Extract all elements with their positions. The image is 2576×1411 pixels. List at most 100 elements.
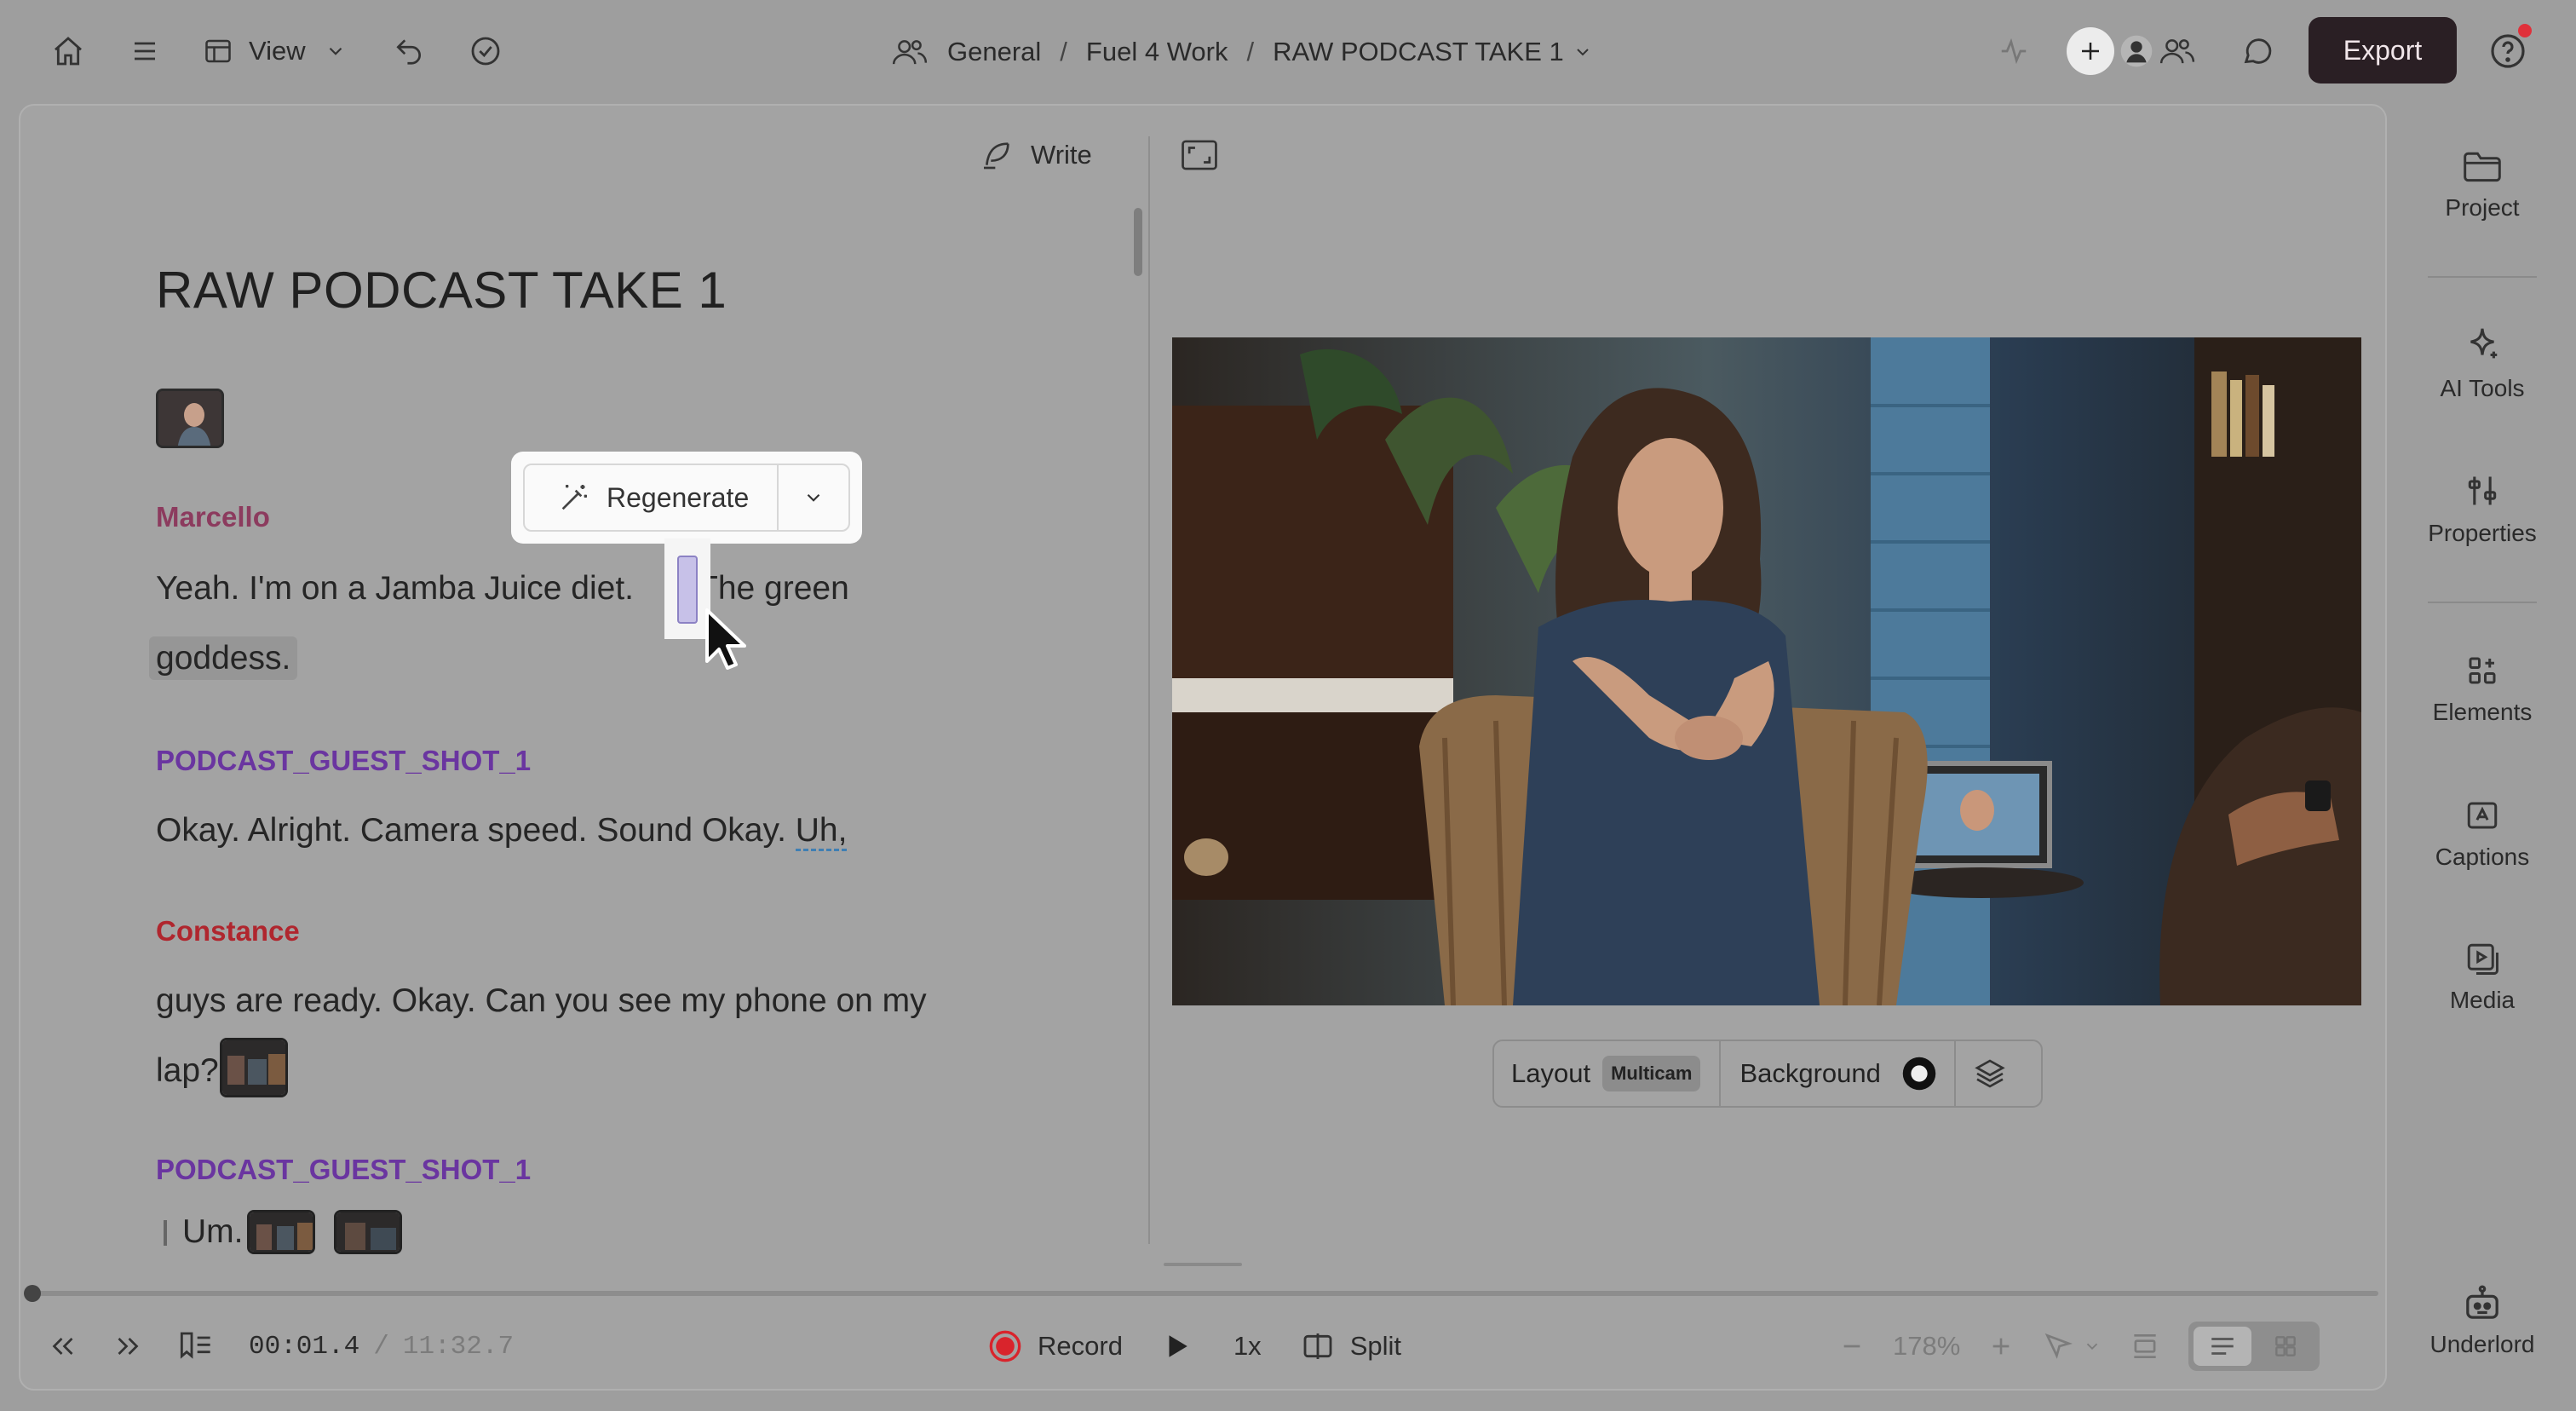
breadcrumb-project[interactable]: RAW PODCAST TAKE 1 [1273,37,1593,67]
breadcrumb-separator: / [1060,37,1067,66]
playback-speed[interactable]: 1x [1233,1331,1262,1362]
pointer-tool-menu[interactable] [2042,1330,2102,1362]
transcript-text[interactable]: Um. [182,1213,244,1256]
layout-selector[interactable]: Layout Multicam [1494,1041,1722,1106]
chapters-icon[interactable] [177,1329,215,1363]
pointer-tool-icon [2045,1333,2073,1359]
rail-captions[interactable]: Captions [2421,798,2544,871]
video-frame [1172,337,2361,1005]
play-icon[interactable] [1162,1332,1191,1361]
transport-center: Record 1x Split [988,1325,1401,1368]
panel-divider[interactable] [1148,136,1150,1244]
notification-dot [2518,24,2532,37]
transcript-text: Okay. Alright. Camera speed. Sound Okay. [156,812,786,849]
chevron-down-icon [2087,1343,2098,1351]
speaker-label-podcast-guest[interactable]: PODCAST_GUEST_SHOT_1 [156,745,531,777]
menu-icon[interactable] [124,31,165,72]
magic-wand-icon [561,485,587,510]
check-circle-icon[interactable] [465,31,506,72]
rail-properties-label: Properties [2428,520,2537,546]
transcript-selected-word: goddess. [149,636,298,680]
breadcrumb-separator: / [1246,37,1255,66]
zoom-out-icon[interactable] [1838,1333,1866,1360]
transcript-text: guys are ready. Okay. Can you see my pho… [156,982,927,1019]
rail-properties[interactable]: Properties [2421,472,2544,547]
background-selector[interactable]: Background [1721,1041,1956,1106]
total-time: 11:32.7 [402,1331,515,1362]
scene-thumbnail[interactable] [334,1210,402,1254]
preview-layout-bar: Layout Multicam Background [1492,1040,2043,1108]
skip-forward-icon[interactable] [112,1331,143,1362]
scene-thumbnail[interactable] [156,389,224,448]
avatar [2120,35,2153,67]
caret [164,1220,167,1246]
list-icon [2211,1338,2234,1355]
script-scrollbar[interactable] [1134,208,1142,276]
speaker-label-constance[interactable]: Constance [156,915,300,947]
top-bar: View General / Fuel 4 Work / RAW PODCAST… [0,0,2576,104]
rail-divider [2428,276,2537,278]
activity-icon[interactable] [1993,31,2034,72]
track-height-icon[interactable] [2129,1330,2161,1362]
record-icon [989,1330,1021,1362]
rail-captions-label: Captions [2435,844,2530,870]
scene-thumbnail[interactable] [220,1038,288,1097]
record-button[interactable]: Record [988,1329,1123,1363]
chevron-down-icon [807,493,820,502]
regenerate-button[interactable]: Regenerate [525,465,779,530]
zoom-level: 178% [1893,1331,1961,1361]
scene-thumbnail[interactable] [247,1210,315,1254]
transcript-paragraph[interactable]: Okay. Alright. Camera speed. Sound Okay.… [156,796,848,866]
collaborators[interactable] [2067,26,2196,77]
record-label: Record [1038,1331,1123,1361]
timeline-scrubber[interactable] [31,1291,2378,1296]
comment-icon[interactable] [2237,31,2278,72]
elements-icon [2469,657,2496,684]
speaker-label-podcast-guest[interactable]: PODCAST_GUEST_SHOT_1 [156,1154,531,1186]
users-icon [2159,39,2195,64]
chevron-down-icon [329,47,342,55]
breadcrumb: General / Fuel 4 Work / RAW PODCAST TAKE… [891,31,1593,73]
layers-button[interactable] [1956,1041,2007,1106]
breadcrumb-workspace[interactable]: General [947,37,1041,67]
speaker-label-marcello[interactable]: Marcello [156,501,270,533]
help-button[interactable] [2487,24,2532,72]
rail-underlord[interactable]: Underlord [2421,1285,2544,1358]
rail-project-label: Project [2445,194,2520,221]
word-drag-handle[interactable] [677,556,698,624]
document-title[interactable]: RAW PODCAST TAKE 1 [156,261,727,320]
rail-ai-tools[interactable]: AI Tools [2421,325,2544,402]
list-view-button[interactable] [2194,1327,2252,1366]
undo-icon[interactable] [388,31,429,72]
export-button[interactable]: Export [2309,17,2457,84]
rail-underlord-label: Underlord [2429,1331,2535,1357]
rail-elements-label: Elements [2432,699,2533,725]
transcript-text: lap? [156,1052,219,1089]
home-icon[interactable] [48,31,89,72]
layers-icon [1975,1059,2005,1088]
view-menu[interactable]: View [203,31,347,72]
skip-back-icon[interactable] [48,1331,78,1362]
zoom-in-icon[interactable] [1987,1333,2015,1360]
regenerate-popover: Regenerate [511,452,862,544]
split-icon [1303,1333,1332,1359]
split-button[interactable]: Split [1301,1329,1401,1363]
video-preview[interactable] [1172,337,2361,1005]
fullscreen-icon[interactable] [1181,138,1218,172]
rail-divider [2428,602,2537,603]
resize-handle[interactable] [1164,1263,1242,1266]
background-label: Background [1739,1058,1881,1088]
regenerate-options-button[interactable] [779,465,848,530]
grid-view-button[interactable] [2257,1327,2314,1366]
playhead[interactable] [24,1285,41,1302]
rail-media[interactable]: Media [2421,941,2544,1014]
add-collaborator-button[interactable] [2067,27,2114,75]
rail-elements[interactable]: Elements [2421,653,2544,726]
regenerate-split-button: Regenerate [523,464,850,532]
write-button[interactable]: Write [980,135,1092,176]
breadcrumb-project-label: RAW PODCAST TAKE 1 [1273,37,1564,66]
rail-project[interactable]: Project [2421,148,2544,222]
media-icon [2467,943,2498,975]
breadcrumb-folder[interactable]: Fuel 4 Work [1086,37,1228,67]
transcript-filler-word: Uh, [795,812,848,851]
